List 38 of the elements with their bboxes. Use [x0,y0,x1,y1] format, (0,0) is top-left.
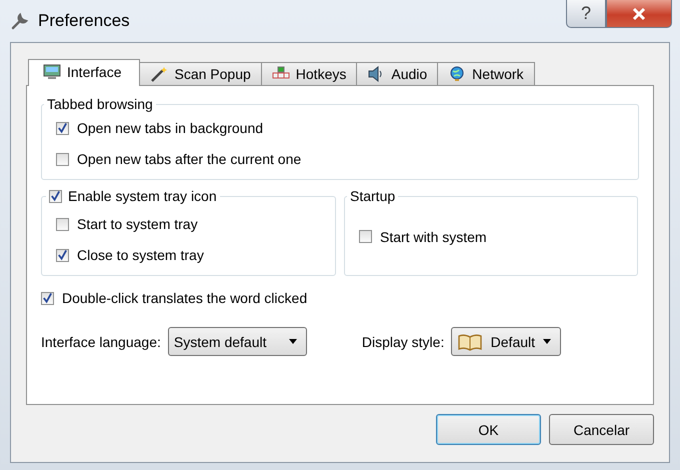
close-button[interactable] [606,0,672,28]
checkbox[interactable] [56,218,69,230]
tab[interactable]: Network [437,62,535,85]
checkbox-label: Double-click translates the word clicked [62,290,308,306]
dialog-button[interactable]: Cancelar [549,414,654,445]
group-title: Tabbed browsing [46,96,154,112]
checkbox-label: Start to system tray [77,216,198,232]
tab[interactable]: Audio [356,62,438,85]
style-dropdown[interactable]: Default [451,327,562,356]
tab[interactable]: Scan Popup [139,62,262,85]
tab[interactable]: Hotkeys [260,62,358,85]
caret-icon [288,338,298,344]
dialog-button[interactable]: OK [436,414,541,445]
checkbox-label: Enable system tray icon [68,188,217,204]
checkbox[interactable] [41,292,54,304]
checkbox-label: Start with system [380,228,487,244]
field-label: Interface language: [41,334,161,350]
help-button[interactable]: ? [566,0,606,28]
tab[interactable]: Interface [28,59,140,86]
caret-icon [542,338,552,344]
checkbox[interactable] [56,248,69,262]
checkbox-label: Close to system tray [77,247,204,263]
checkbox-label: Open new tabs in background [77,120,264,136]
checkbox-label: Open new tabs after the current one [77,151,302,167]
group-title: Startup [349,188,396,204]
language-dropdown[interactable]: System default [168,327,307,356]
checkbox[interactable] [56,122,69,134]
window-title: Preferences [38,11,130,31]
book-icon [457,332,484,350]
checkbox[interactable] [359,230,372,243]
checkbox[interactable] [56,152,69,166]
field-label: Display style: [362,334,444,350]
wand-icon [150,66,168,82]
checkbox[interactable] [49,190,62,202]
close-icon [631,6,647,20]
monitor-icon [43,64,61,80]
globe-icon [448,66,466,82]
wrench-icon [10,11,30,31]
